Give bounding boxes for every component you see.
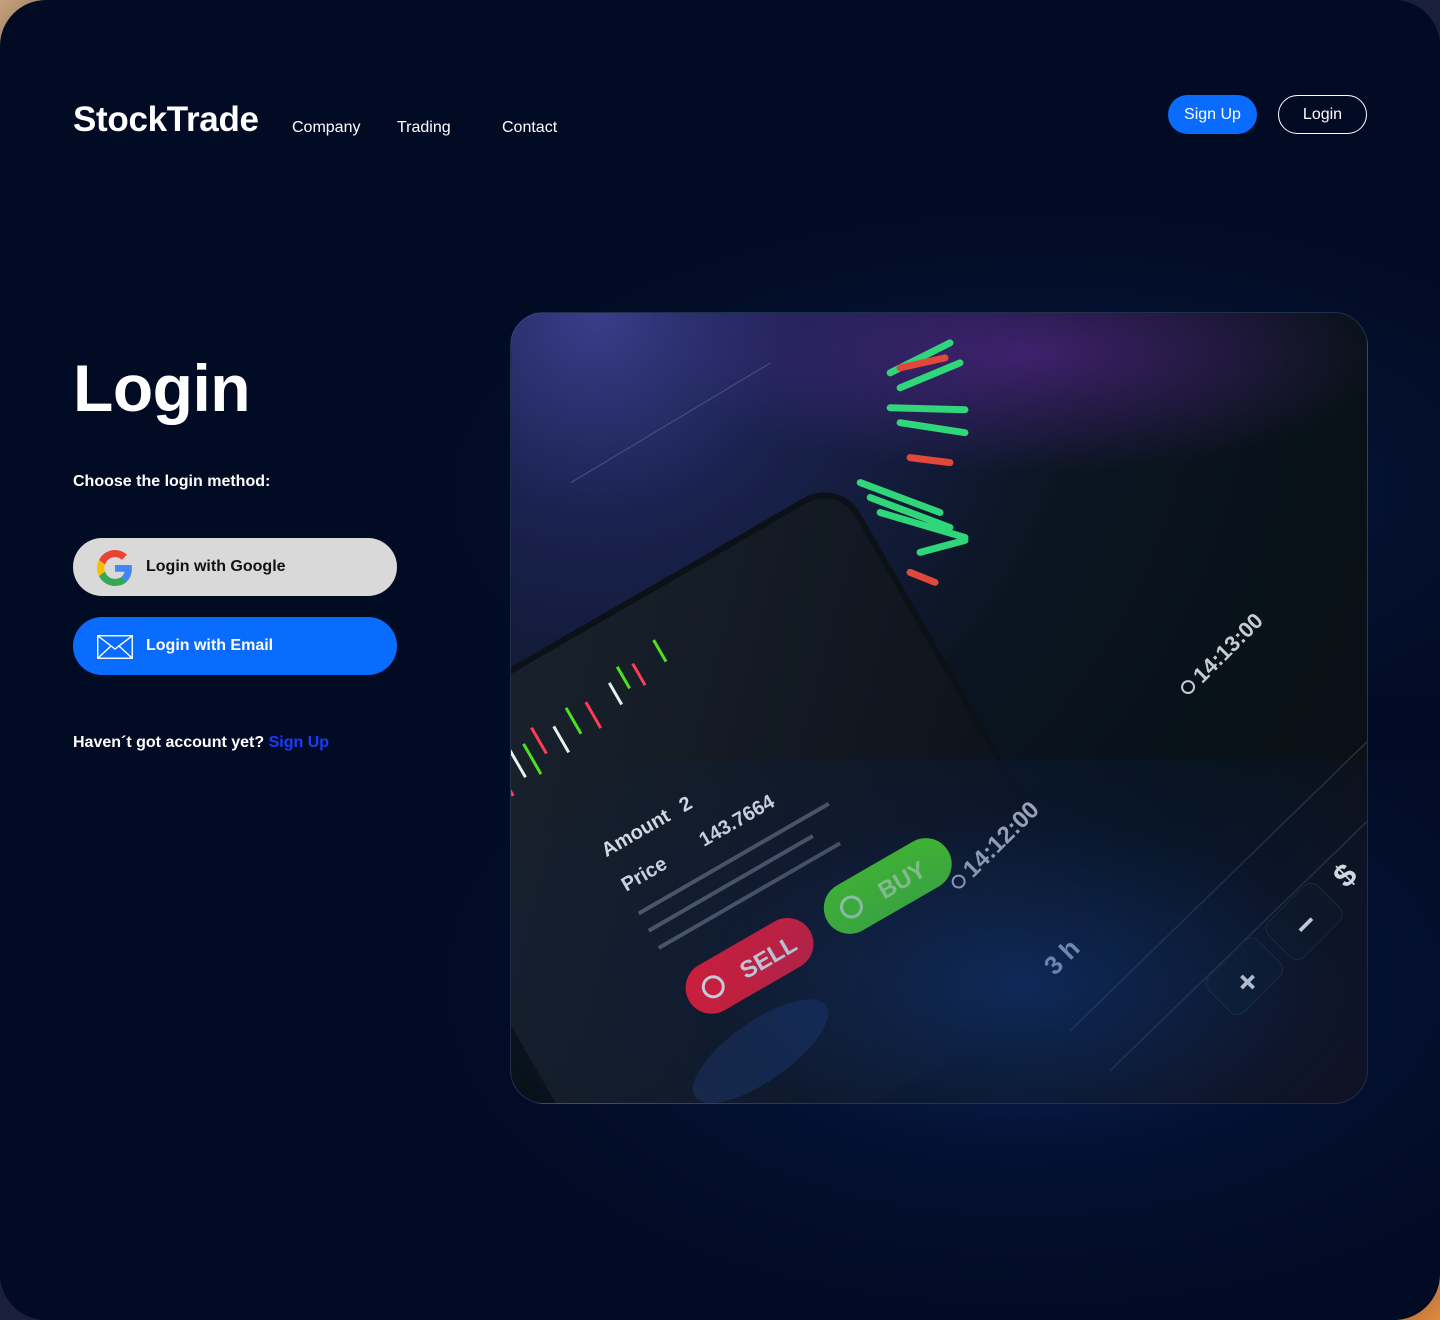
- login-google-button[interactable]: Login with Google: [73, 538, 397, 596]
- login-email-button[interactable]: Login with Email: [73, 617, 397, 675]
- nav-contact[interactable]: Contact: [502, 119, 557, 137]
- login-google-label: Login with Google: [146, 558, 286, 575]
- no-account-prompt: Haven´t got account yet? Sign Up: [73, 734, 329, 752]
- page-title: Login: [73, 351, 251, 425]
- signup-link[interactable]: Sign Up: [269, 734, 329, 751]
- nav-company[interactable]: Company: [292, 119, 360, 137]
- login-method-prompt: Choose the login method:: [73, 473, 271, 490]
- background-buttons: + − $: [1069, 741, 1367, 1072]
- nav-trading[interactable]: Trading: [397, 119, 451, 137]
- trading-app-illustration: Amount 2 Price 143.7664 SELL BUY 14:12:0…: [511, 313, 1367, 1103]
- time-label-2: 14:13:00: [1188, 608, 1268, 688]
- header-signup-button[interactable]: Sign Up: [1168, 95, 1257, 134]
- currency-symbol: $: [1326, 856, 1364, 894]
- login-email-label: Login with Email: [146, 637, 274, 654]
- google-icon: [97, 550, 132, 586]
- envelope-icon: [97, 635, 133, 659]
- no-account-text: Haven´t got account yet?: [73, 734, 265, 751]
- logo[interactable]: StockTrade: [73, 100, 259, 140]
- page-frame: StockTrade Company Trading Contact Sign …: [0, 0, 1440, 1320]
- header-login-button[interactable]: Login: [1278, 95, 1367, 134]
- hero-trading-image: Amount 2 Price 143.7664 SELL BUY 14:12:0…: [510, 312, 1368, 1104]
